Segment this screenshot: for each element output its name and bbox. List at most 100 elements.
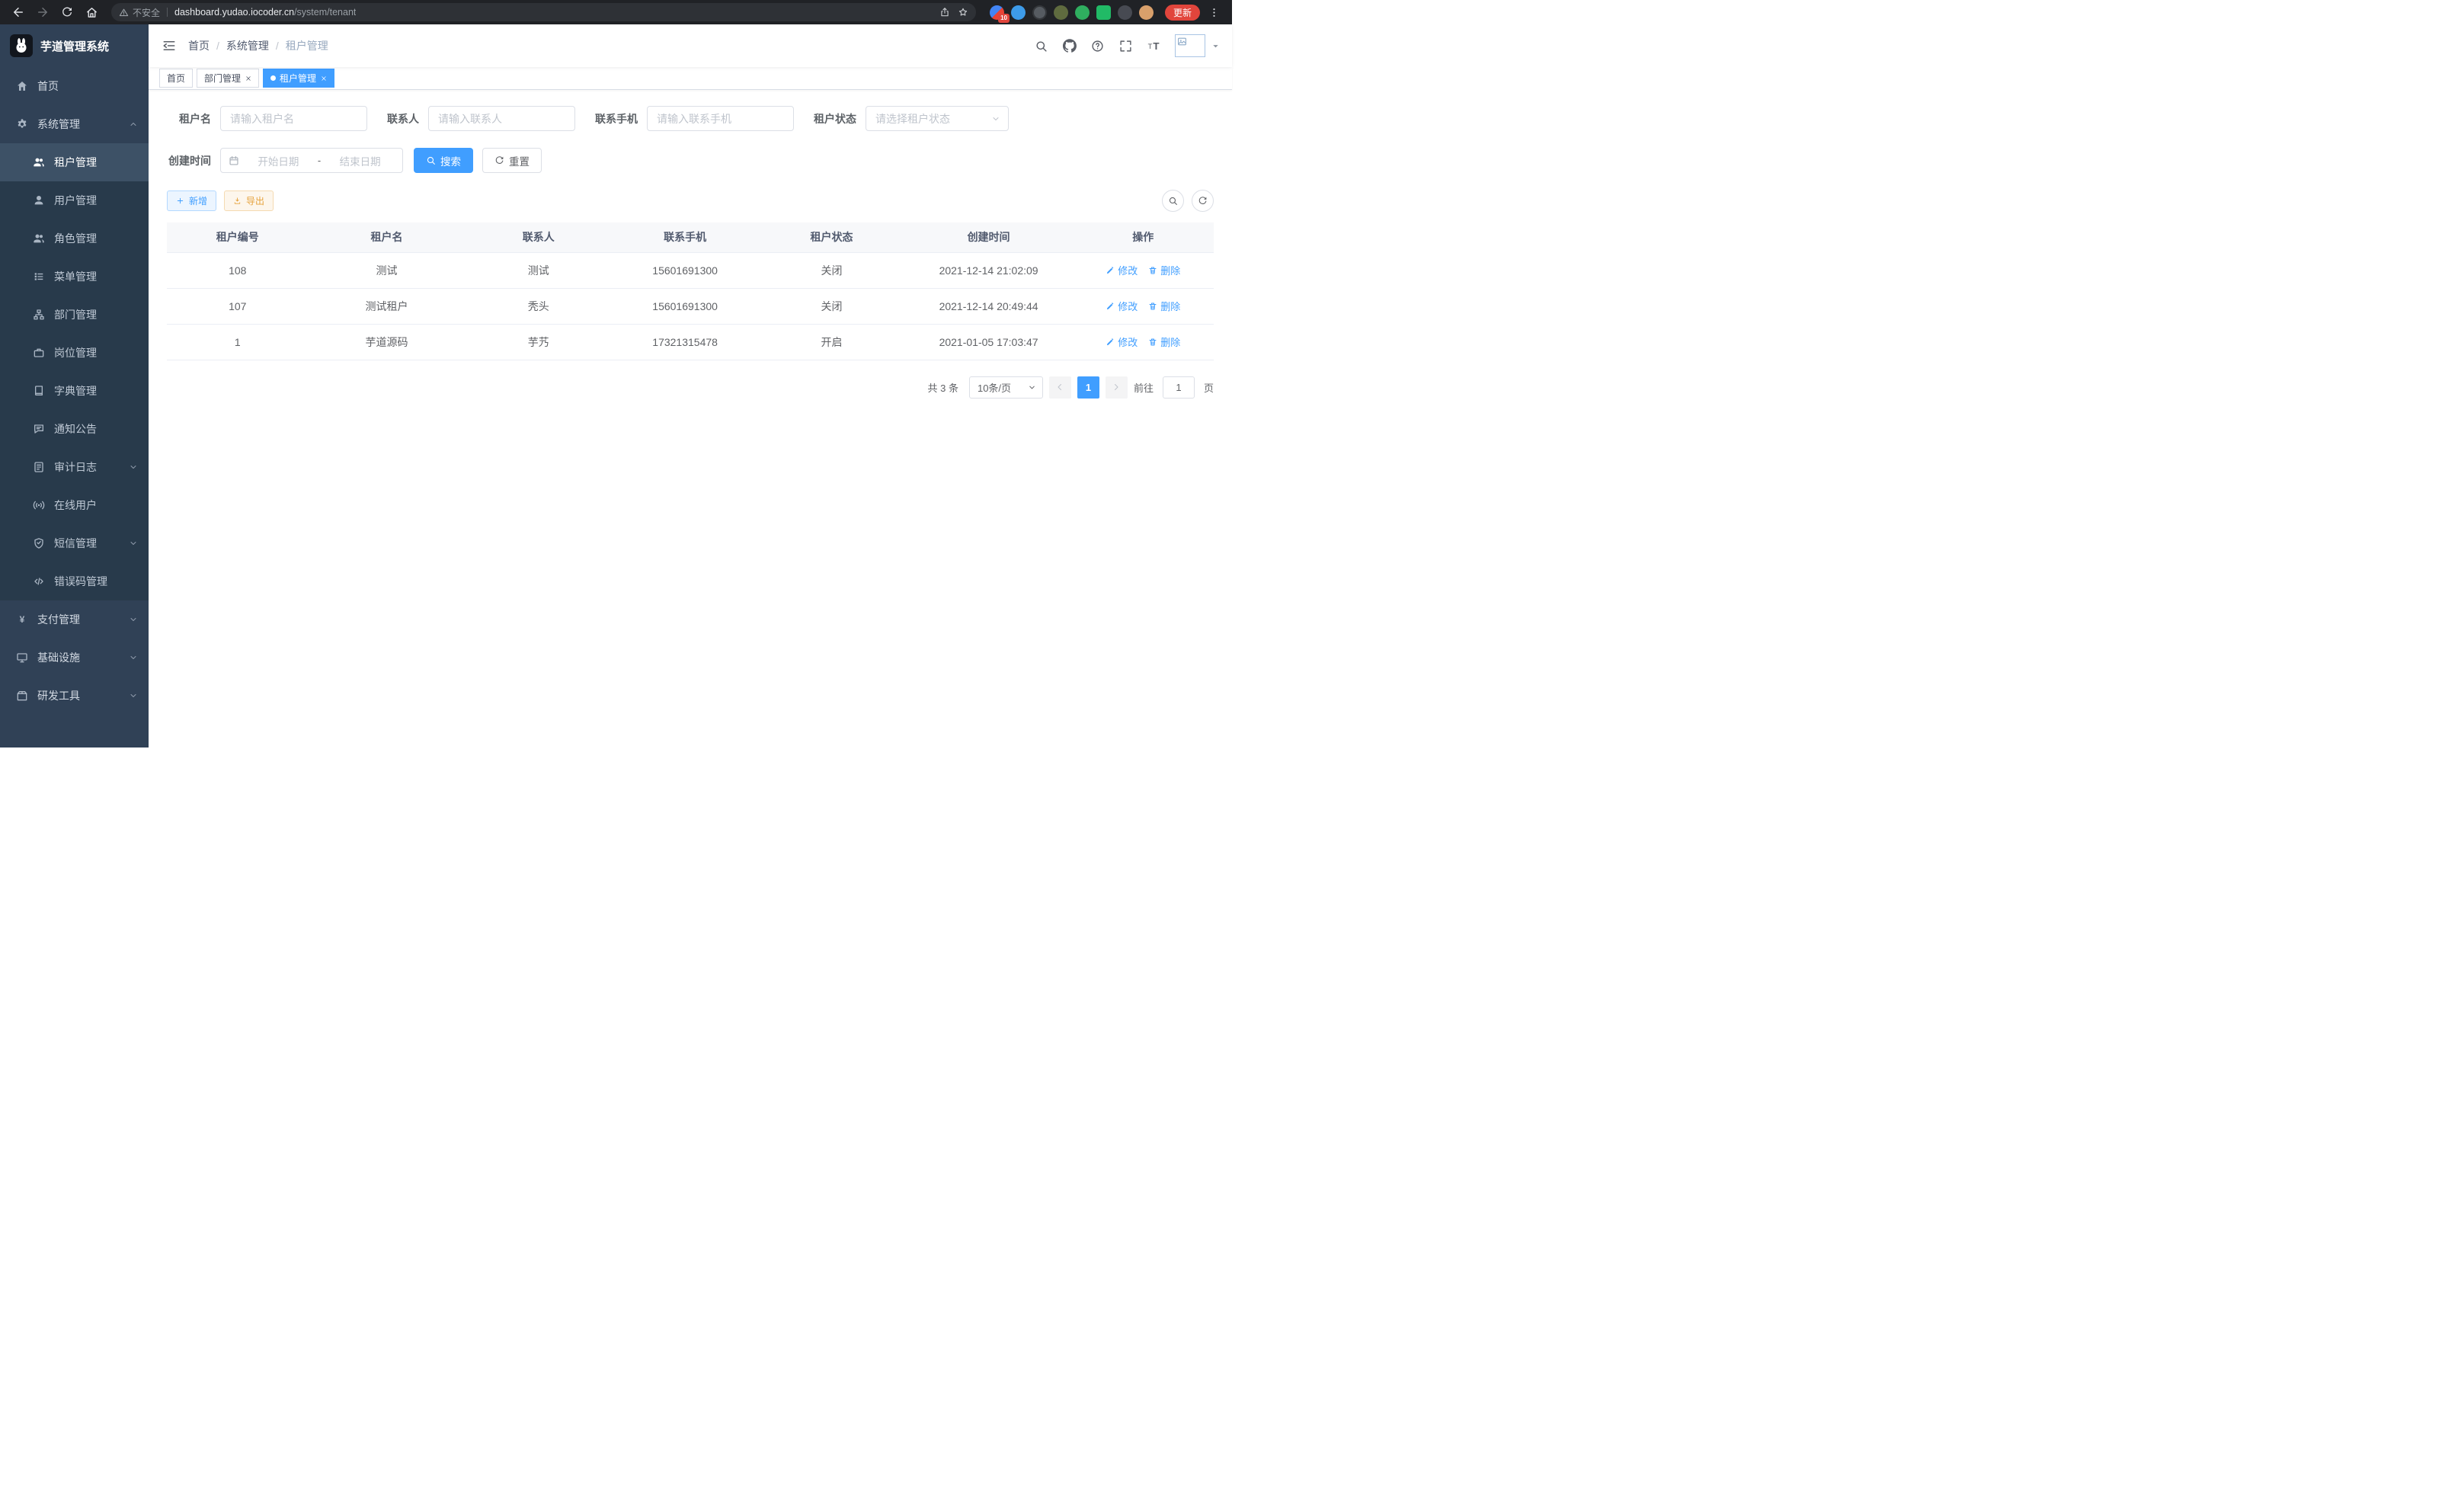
cell-tenant-name: 芋道源码 bbox=[308, 324, 465, 360]
fullscreen-icon bbox=[1119, 40, 1132, 53]
page-size-label: 10条/页 bbox=[978, 380, 1011, 395]
refresh-icon bbox=[61, 6, 73, 18]
extension-icon-3[interactable] bbox=[1032, 5, 1047, 20]
sidebar-item-label: 审计日志 bbox=[54, 459, 97, 475]
sidebar-toggle-button[interactable] bbox=[162, 39, 176, 53]
sidebar-item-online-users[interactable]: 在线用户 bbox=[0, 486, 149, 524]
sidebar-item-infrastructure[interactable]: 基础设施 bbox=[0, 639, 149, 677]
header-search-button[interactable] bbox=[1029, 33, 1053, 59]
tab-home[interactable]: 首页 bbox=[159, 69, 193, 88]
audit-log-icon bbox=[33, 461, 45, 473]
extension-icon-4[interactable] bbox=[1054, 5, 1068, 20]
tenant-name-input[interactable] bbox=[220, 106, 367, 131]
search-button-label: 搜索 bbox=[440, 153, 461, 168]
user-menu-caret[interactable] bbox=[1211, 42, 1220, 50]
fullscreen-button[interactable] bbox=[1114, 33, 1138, 59]
refresh-table-button[interactable] bbox=[1192, 190, 1214, 212]
sidebar-item-label: 在线用户 bbox=[54, 498, 97, 513]
phone-label: 联系手机 bbox=[595, 111, 647, 126]
kebab-menu-icon bbox=[1208, 7, 1220, 18]
tenant-status-select[interactable]: 请选择租户状态 bbox=[866, 106, 1009, 131]
sidebar-item-payment[interactable]: ¥ 支付管理 bbox=[0, 600, 149, 639]
sidebar-item-home[interactable]: 首页 bbox=[0, 67, 149, 105]
sidebar-item-dept[interactable]: 部门管理 bbox=[0, 296, 149, 334]
cell-status: 开启 bbox=[758, 324, 904, 360]
delete-link[interactable]: 删除 bbox=[1148, 263, 1180, 277]
address-bar[interactable]: 不安全 dashboard.yudao.iocoder.cn/system/te… bbox=[111, 3, 976, 21]
sidebar-item-tenant[interactable]: 租户管理 bbox=[0, 143, 149, 181]
breadcrumb-separator: / bbox=[276, 40, 279, 52]
page-1-button[interactable]: 1 bbox=[1077, 376, 1099, 399]
export-button[interactable]: 导出 bbox=[224, 190, 274, 211]
navbar-actions: TT bbox=[1029, 33, 1220, 59]
extension-icon-7[interactable] bbox=[1118, 5, 1132, 20]
goto-page-input[interactable] bbox=[1163, 376, 1195, 399]
sidebar-item-dict[interactable]: 字典管理 bbox=[0, 372, 149, 410]
prev-page-button[interactable] bbox=[1049, 376, 1071, 399]
breadcrumb-system[interactable]: 系统管理 bbox=[226, 38, 269, 53]
active-tab-dot bbox=[270, 75, 276, 81]
sidebar-item-audit-log[interactable]: 审计日志 bbox=[0, 448, 149, 486]
bookmark-star-button[interactable] bbox=[958, 7, 968, 18]
edit-link[interactable]: 修改 bbox=[1106, 335, 1138, 349]
delete-link[interactable]: 删除 bbox=[1148, 299, 1180, 313]
edit-link[interactable]: 修改 bbox=[1106, 299, 1138, 313]
tab-dept[interactable]: 部门管理 bbox=[197, 69, 259, 88]
cell-tenant-id: 107 bbox=[167, 288, 308, 324]
create-time-range-picker[interactable]: 开始日期 - 结束日期 bbox=[220, 148, 403, 173]
sidebar-item-post[interactable]: 岗位管理 bbox=[0, 334, 149, 372]
toggle-search-button[interactable] bbox=[1162, 190, 1184, 212]
sidebar-item-label: 部门管理 bbox=[54, 307, 97, 322]
avatar[interactable] bbox=[1175, 34, 1205, 57]
font-size-button[interactable]: TT bbox=[1142, 33, 1166, 59]
browser-forward-button[interactable] bbox=[32, 3, 53, 21]
extension-icon-6[interactable] bbox=[1096, 5, 1111, 20]
add-button[interactable]: 新增 bbox=[167, 190, 216, 211]
app-title: 芋道管理系统 bbox=[40, 38, 109, 54]
tenant-icon bbox=[33, 156, 45, 168]
tab-close-icon[interactable] bbox=[321, 75, 327, 82]
sidebar-item-menu[interactable]: 菜单管理 bbox=[0, 258, 149, 296]
sidebar-item-error-code[interactable]: 错误码管理 bbox=[0, 562, 149, 600]
github-link[interactable] bbox=[1058, 33, 1081, 59]
sidebar-item-sms[interactable]: 短信管理 bbox=[0, 524, 149, 562]
chrome-menu-button[interactable] bbox=[1203, 3, 1224, 21]
browser-refresh-button[interactable] bbox=[56, 3, 78, 21]
font-size-icon: TT bbox=[1147, 38, 1162, 53]
refresh-icon bbox=[1198, 196, 1208, 206]
page-content: 租户名 联系人 联系手机 租户状态 请选择租户状态 bbox=[149, 90, 1232, 748]
extension-icon-1[interactable]: 10 bbox=[990, 5, 1004, 20]
sidebar-item-user[interactable]: 用户管理 bbox=[0, 181, 149, 219]
sidebar-item-system[interactable]: 系统管理 bbox=[0, 105, 149, 143]
chevron-down-icon bbox=[129, 539, 138, 548]
share-button[interactable] bbox=[939, 7, 950, 18]
extension-icon-2[interactable] bbox=[1011, 5, 1026, 20]
share-icon bbox=[939, 7, 950, 18]
contact-input[interactable] bbox=[428, 106, 575, 131]
tab-tenant[interactable]: 租户管理 bbox=[263, 69, 334, 88]
tab-close-icon[interactable] bbox=[245, 75, 251, 82]
breadcrumb-home[interactable]: 首页 bbox=[188, 38, 210, 53]
phone-input[interactable] bbox=[647, 106, 794, 131]
gear-icon bbox=[16, 118, 28, 130]
announcement-icon bbox=[33, 423, 45, 435]
tenant-table: 租户编号 租户名 联系人 联系手机 租户状态 创建时间 操作 108 测试 测试 bbox=[167, 222, 1214, 360]
error-code-icon bbox=[33, 575, 45, 587]
sidebar-item-notice[interactable]: 通知公告 bbox=[0, 410, 149, 448]
edit-link[interactable]: 修改 bbox=[1106, 263, 1138, 277]
logo[interactable]: 芋道管理系统 bbox=[0, 24, 149, 67]
browser-back-button[interactable] bbox=[8, 3, 29, 21]
page-size-select[interactable]: 10条/页 bbox=[969, 376, 1043, 399]
delete-link[interactable]: 删除 bbox=[1148, 335, 1180, 349]
extension-icon-5[interactable] bbox=[1075, 5, 1090, 20]
security-chip[interactable]: 不安全 bbox=[119, 6, 160, 19]
docs-help-button[interactable] bbox=[1086, 33, 1109, 59]
next-page-button[interactable] bbox=[1106, 376, 1128, 399]
chrome-update-button[interactable]: 更新 bbox=[1165, 5, 1200, 21]
sidebar-item-role[interactable]: 角色管理 bbox=[0, 219, 149, 258]
browser-home-button[interactable] bbox=[81, 3, 102, 21]
reset-button[interactable]: 重置 bbox=[482, 148, 542, 173]
profile-avatar-icon[interactable] bbox=[1139, 5, 1154, 20]
search-button[interactable]: 搜索 bbox=[414, 148, 473, 173]
sidebar-item-devtools[interactable]: 研发工具 bbox=[0, 677, 149, 715]
